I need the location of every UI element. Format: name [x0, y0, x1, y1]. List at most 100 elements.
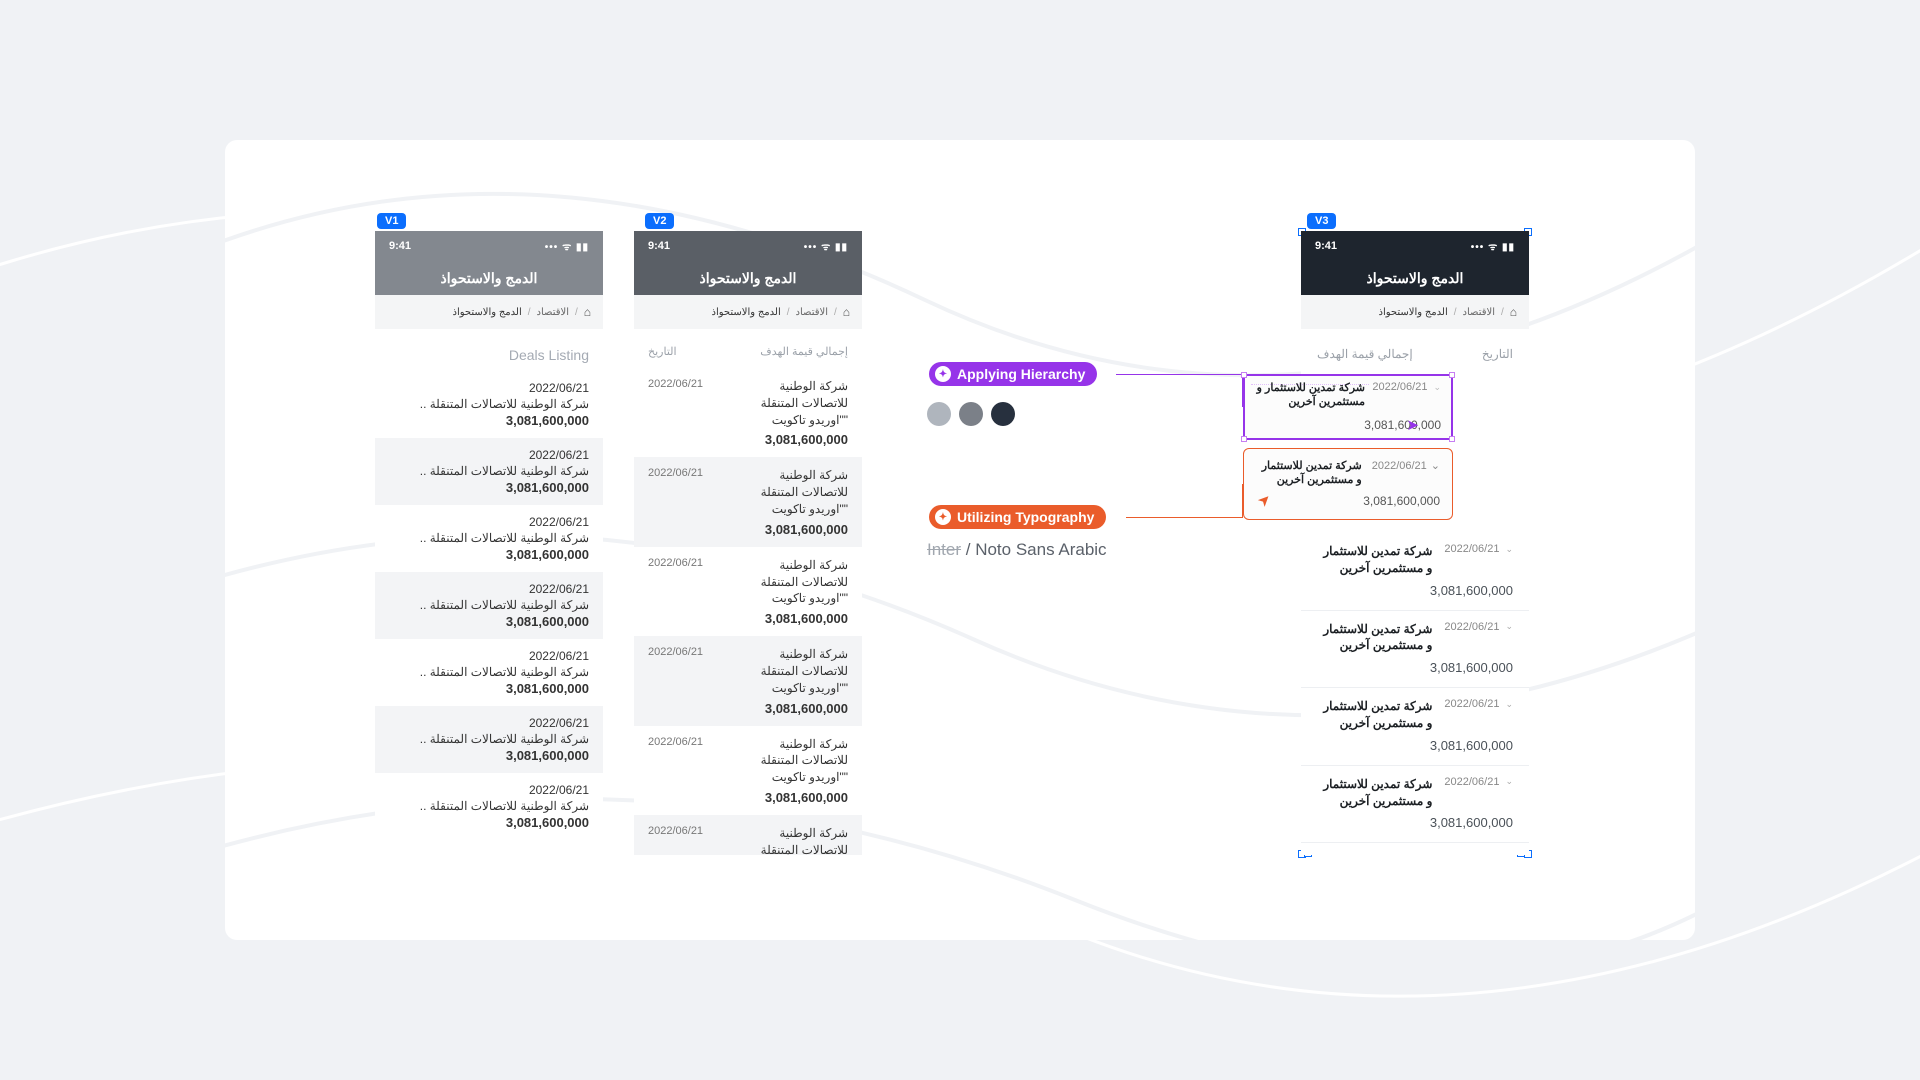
list-item[interactable]: 2022/06/21شركة الوطنية للاتصالات المتنقل… [634, 726, 862, 815]
list-item[interactable]: 2022/06/21.. شركة الوطنية للاتصالات المت… [375, 773, 603, 840]
list-item[interactable]: 2022/06/21 .. شركة الوطنية للاتصالات المت… [375, 505, 603, 572]
list-item[interactable]: 2022/06/21.. شركة الوطنية للاتصالات المت… [375, 438, 603, 505]
status-bar: 9:41 ••• ᯤ ▮▮ [375, 231, 603, 261]
breadcrumb[interactable]: الدمج والاستحواذ / الاقتصاد / ⌂ [634, 295, 862, 329]
list-item[interactable]: 2022/06/21شركة الوطنية للاتصالات المتنقل… [634, 547, 862, 636]
deal-date: 2022/06/21 [1444, 543, 1499, 555]
version-badge-v3: V3 [1307, 213, 1336, 229]
deal-amount: 3,081,600,000 [389, 614, 589, 629]
callout-hierarchy[interactable]: 2022/06/21⌄ شركة تمدين للاستثمار و مستثم… [1243, 374, 1453, 440]
version-badge-v2: V2 [645, 213, 674, 229]
list-item[interactable]: شركة تمدين للاستثمار و مستثمرين آخرين202… [1301, 688, 1529, 766]
list-item[interactable]: 2022/06/21.. شركة الوطنية للاتصالات المت… [375, 371, 603, 438]
chevron-down-icon[interactable]: ⌄ [1505, 544, 1513, 555]
deal-name: شركة تمدين للاستثمار و مستثمرين آخرين [1317, 776, 1432, 810]
design-canvas: V1 V2 V3 9:41 ••• ᯤ ▮▮ الدمج والاستحواذ … [225, 140, 1695, 940]
page-title: الدمج والاستحواذ [375, 261, 603, 295]
font-after: Noto Sans Arabic [975, 540, 1106, 559]
deal-amount: 3,081,600,000 [732, 432, 848, 447]
callout-name: شركة تمدين للاستثمار و مستثمرين آخرين [1256, 459, 1362, 488]
home-icon[interactable]: ⌂ [843, 305, 850, 319]
list-item[interactable]: 2022/06/21شركة الوطنية للاتصالات المتنقل… [634, 368, 862, 457]
star-icon: ✦ [935, 509, 951, 525]
crumb-current[interactable]: الدمج والاستحواذ [712, 307, 781, 318]
connector-line [1116, 374, 1243, 407]
deal-date: 2022/06/21 [1444, 776, 1499, 788]
deal-amount: 3,081,600,000 [389, 413, 589, 428]
list-item[interactable]: 2022/06/21.. شركة الوطنية للاتصالات المت… [375, 572, 603, 639]
crumb-parent[interactable]: الاقتصاد [537, 307, 569, 318]
deal-amount: 3,081,600,000 [389, 547, 589, 562]
annotation-hierarchy[interactable]: ✦ Applying Hierarchy [929, 362, 1097, 386]
breadcrumb[interactable]: الدمج والاستحواذ / الاقتصاد / ⌂ [375, 295, 603, 329]
breadcrumb[interactable]: الدمج والاستحواذ / الاقتصاد / ⌂ [1301, 295, 1529, 329]
page-title: الدمج والاستحواذ [634, 261, 862, 295]
home-icon[interactable]: ⌂ [584, 305, 591, 319]
deal-amount: 3,081,600,000 [1317, 660, 1513, 675]
swatch-light[interactable] [927, 402, 951, 426]
crumb-current[interactable]: الدمج والاستحواذ [453, 307, 522, 318]
list-item[interactable]: شركة تمدين للاستثمار و مستثمرين آخرين202… [1301, 611, 1529, 689]
status-icons: ••• ᯤ ▮▮ [1471, 239, 1515, 253]
deal-amount: 3,081,600,000 [732, 522, 848, 537]
list-item[interactable]: 2022/06/21شركة الوطنية للاتصالات المتنقل… [634, 636, 862, 725]
deal-name: .. شركة الوطنية للاتصالات المتنقلة [389, 665, 589, 679]
star-icon: ✦ [935, 366, 951, 382]
status-bar: 9:41 ••• ᯤ ▮▮ [634, 231, 862, 261]
deal-date: 2022/06/21 [389, 649, 589, 663]
color-swatches [927, 402, 1015, 426]
deal-date: 2022/06/21 [648, 557, 720, 626]
deal-name: شركة الوطنية للاتصالات المتنقلة "اوريدو … [732, 557, 848, 607]
font-before: Inter [927, 540, 961, 559]
list-item[interactable]: 2022/06/21شركة الوطنية للاتصالات المتنقل… [634, 457, 862, 546]
deal-date: 2022/06/21 [648, 467, 720, 536]
deal-date: 2022/06/21 [1444, 621, 1499, 633]
deal-amount: 3,081,600,000 [389, 480, 589, 495]
deal-name: .. شركة الوطنية للاتصالات المتنقلة [389, 531, 589, 545]
crumb-parent[interactable]: الاقتصاد [1463, 307, 1495, 318]
deal-date: 2022/06/21 [389, 448, 589, 462]
status-bar: 9:41 ••• ᯤ ▮▮ [1301, 231, 1529, 261]
chevron-down-icon[interactable]: ⌄ [1505, 776, 1513, 787]
list-item[interactable]: 2022/06/21 شركة الوطنية للاتصالات المتنقل… [634, 815, 862, 855]
col-date: التاريخ [648, 345, 677, 358]
listing-label: Deals Listing [375, 329, 603, 371]
list-item[interactable]: 2022/06/21 .. شركة الوطنية للاتصالات المت… [375, 639, 603, 706]
callout-name: شركة تمدين للاستثمار و مستثمرين آخرين [1255, 381, 1365, 410]
typography-note: Inter / Noto Sans Arabic [927, 540, 1107, 560]
status-time: 9:41 [389, 240, 411, 252]
crumb-current[interactable]: الدمج والاستحواذ [1379, 307, 1448, 318]
deal-name: .. شركة الوطنية للاتصالات المتنقلة [389, 598, 589, 612]
table-header: إجمالي قيمة الهدف التاريخ [1301, 329, 1529, 373]
chevron-down-icon[interactable]: ⌄ [1505, 699, 1513, 710]
deals-list: 2022/06/21شركة الوطنية للاتصالات المتنقل… [634, 368, 862, 855]
deal-date: 2022/06/21 [648, 825, 720, 855]
annotation-typography[interactable]: ✦ Utilizing Typography [929, 505, 1106, 529]
list-item[interactable]: شركة تمدين للاستثمار و مستثمرين آخرين202… [1301, 533, 1529, 611]
connector-line [1126, 484, 1243, 518]
deals-list: 2022/06/21 .. شركة الوطنية للاتصالات المت… [375, 371, 603, 840]
list-item[interactable]: شركة تمدين للاستثمار و مستثمرين آخرين 202… [1301, 766, 1529, 844]
callout-typography[interactable]: شركة تمدين للاستثمار و مستثمرين آخرين 20… [1243, 448, 1453, 520]
deal-name: .. شركة الوطنية للاتصالات المتنقلة [389, 799, 589, 813]
crumb-parent[interactable]: الاقتصاد [796, 307, 828, 318]
home-icon[interactable]: ⌂ [1510, 305, 1517, 319]
deal-amount: 3,081,600,000 [1317, 738, 1513, 753]
deal-name: شركة الوطنية للاتصالات المتنقلة "اوريدو … [732, 378, 848, 428]
status-time: 9:41 [648, 240, 670, 252]
deal-name: شركة الوطنية للاتصالات المتنقلة "اوريدو … [732, 736, 848, 786]
annotation-label: Utilizing Typography [957, 509, 1094, 525]
deal-amount: 3,081,600,000 [389, 815, 589, 830]
swatch-dark[interactable] [991, 402, 1015, 426]
swatch-mid[interactable] [959, 402, 983, 426]
chevron-down-icon[interactable]: ⌄ [1505, 621, 1513, 632]
deal-date: 2022/06/21 [389, 716, 589, 730]
deal-amount: 3,081,600,000 [732, 701, 848, 716]
callout-amount: 3,081,600,000 [1364, 418, 1441, 432]
col-target: إجمالي قيمة الهدف [1317, 347, 1413, 361]
status-icons: ••• ᯤ ▮▮ [804, 239, 848, 253]
list-item[interactable]: 2022/06/21.. شركة الوطنية للاتصالات المت… [375, 706, 603, 773]
deal-name: شركة الوطنية للاتصالات المتنقلة "اوريدو … [732, 825, 848, 855]
status-icons: ••• ᯤ ▮▮ [545, 239, 589, 253]
deal-date: 2022/06/21 [389, 515, 589, 529]
